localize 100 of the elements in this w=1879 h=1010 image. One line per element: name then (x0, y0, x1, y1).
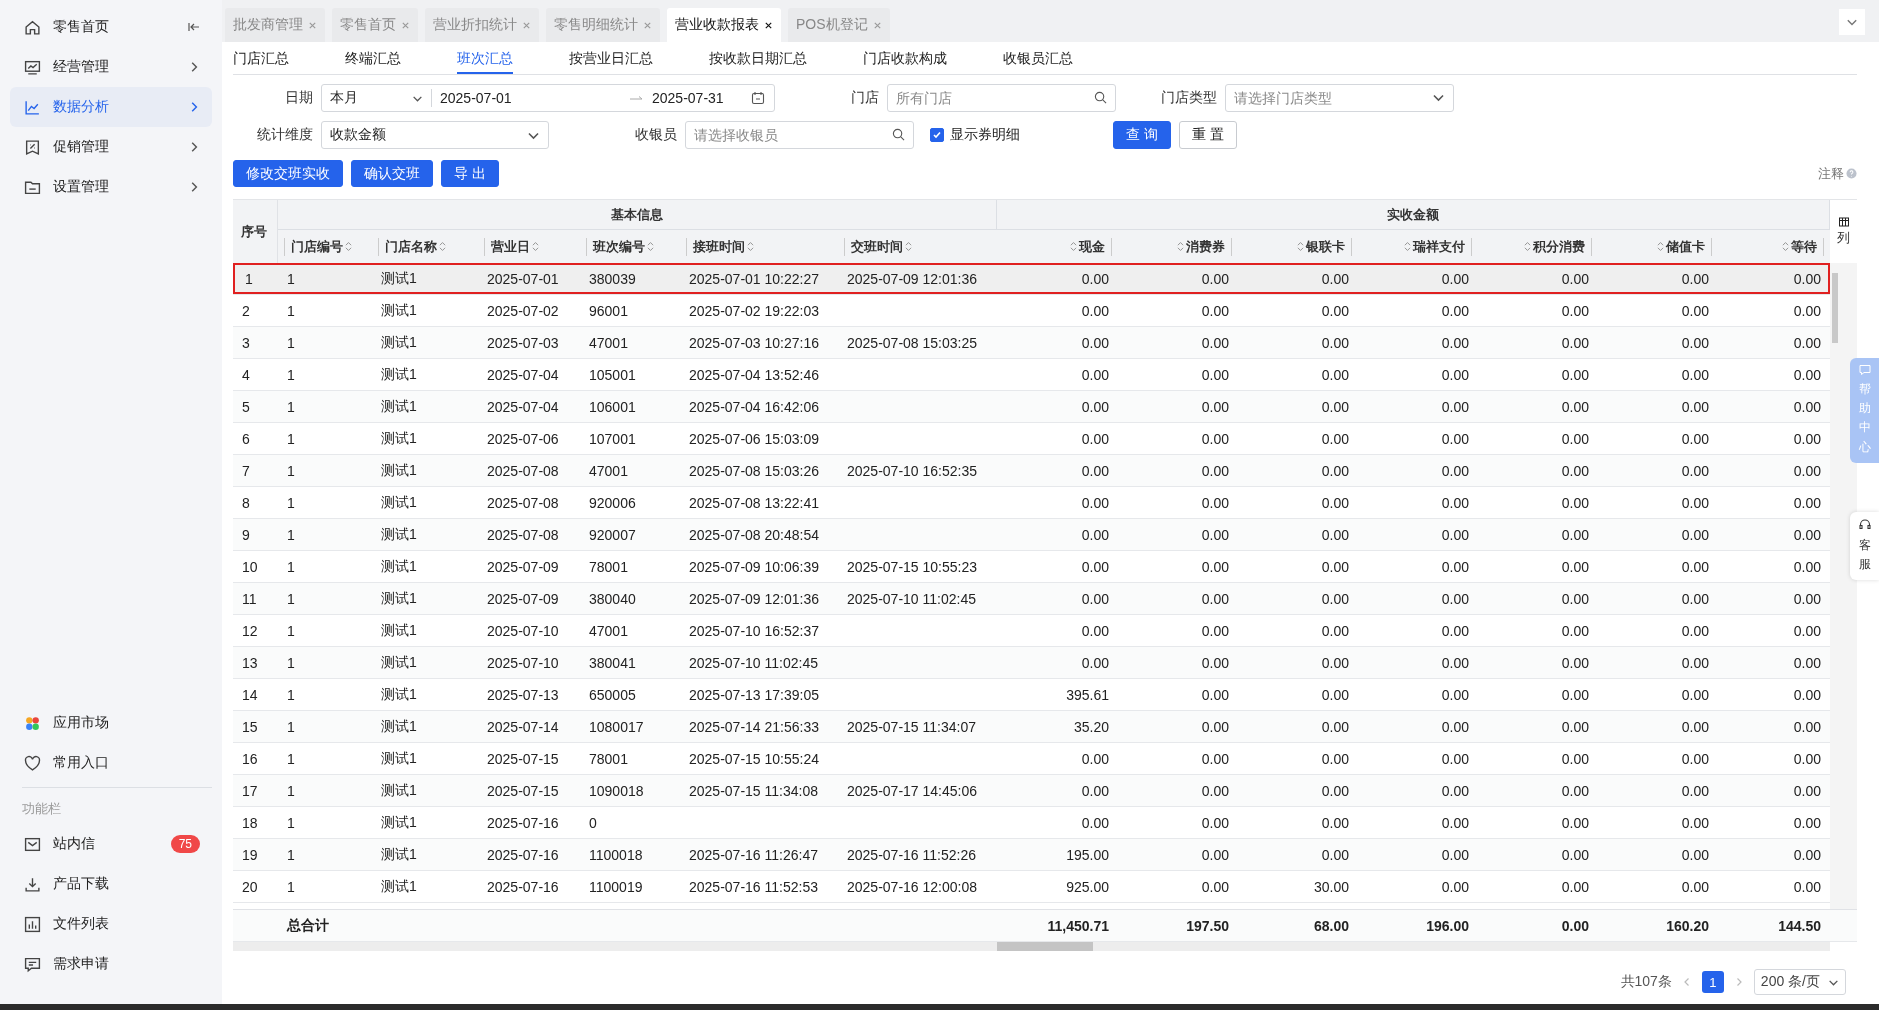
table-cell: 395.61 (1066, 686, 1109, 703)
column-header[interactable]: 等待 (1782, 237, 1824, 256)
collapse-icon[interactable] (188, 21, 200, 33)
table-cell: 13 (242, 654, 258, 671)
table-cell: 测试1 (381, 845, 417, 864)
table-cell: 0.00 (1561, 526, 1589, 543)
table-cell: 1 (287, 814, 295, 831)
table-cell: 2025-07-08 15:03:26 (689, 462, 819, 479)
sidebar-item[interactable]: 产品下载 (10, 864, 212, 904)
table-cell: 1 (287, 686, 295, 703)
report-tab[interactable]: 终端汇总 (345, 42, 401, 74)
report-tab[interactable]: 门店汇总 (233, 42, 289, 74)
report-tab[interactable]: 按营业日汇总 (569, 42, 653, 74)
menu-item-icon (24, 18, 41, 36)
table-cell: 1 (287, 782, 295, 799)
menu-item-icon (24, 138, 41, 156)
table-cell: 0.00 (1793, 302, 1821, 319)
table-cell: 2025-07-08 (487, 462, 559, 479)
table-row[interactable]: 5 1 测试1 2025-07-04 106001 2025-07-04 16:42:06 0.00 0.00 0.00 0.00 0.00 0.00 0.00 (233, 391, 1830, 423)
total-cell: 160.20 (1666, 917, 1709, 934)
page-button[interactable]: 1 (1701, 971, 1724, 993)
table-cell: 测试1 (381, 781, 417, 800)
table-cell: 0.00 (1561, 782, 1589, 799)
table-cell: 1 (287, 558, 295, 575)
table-cell: 2025-07-02 (487, 302, 559, 319)
sort-icon (905, 241, 912, 252)
sidebar-item[interactable]: 需求申请 (10, 944, 212, 984)
column-header[interactable]: 瑞祥支付 (1404, 237, 1472, 256)
table-cell: 107001 (589, 430, 636, 447)
table-cell: 0.00 (1441, 494, 1469, 511)
column-group-header: 基本信息 (278, 200, 997, 230)
sidebar-item[interactable]: 设置管理 (10, 167, 212, 207)
table-cell: 0.00 (1681, 846, 1709, 863)
column-header[interactable]: 银联卡 (1297, 237, 1352, 256)
table-row[interactable]: 20 1 测试1 2025-07-16 1100019 2025-07-16 11:52:53 2025-07-16 12:00:08 925.00 0.00 30.00 0.00 0.00 0.00 0.00 (233, 871, 1830, 903)
column-header[interactable]: 班次编号 (586, 237, 654, 256)
sidebar-item[interactable]: 促销管理 (10, 127, 212, 167)
action-button[interactable]: 确认交班 (351, 160, 433, 187)
column-header[interactable]: 现金 (1070, 237, 1112, 256)
reset-button[interactable]: 重 置 (1178, 121, 1237, 149)
sidebar-item[interactable]: 文件列表 (10, 904, 212, 944)
sidebar-item[interactable]: 应用市场 (10, 703, 212, 743)
table-cell: 0.00 (1081, 398, 1109, 415)
sidebar-item[interactable]: 站内信 75 (10, 824, 212, 864)
table-cell: 0.00 (1561, 334, 1589, 351)
query-button[interactable]: 查 询 (1113, 121, 1171, 149)
column-header[interactable]: 营业日 (484, 237, 539, 256)
table-cell: 0.00 (1081, 590, 1109, 607)
tab-menu-button[interactable] (1839, 9, 1865, 35)
table-cell: 测试1 (381, 493, 417, 512)
table-cell: 920006 (589, 494, 636, 511)
column-header[interactable]: 门店编号 (284, 237, 352, 256)
report-tab[interactable]: 收银员汇总 (1003, 42, 1073, 74)
report-tab[interactable]: 按收款日期汇总 (709, 42, 807, 74)
action-button[interactable]: 修改交班实收 (233, 160, 343, 187)
store-field[interactable]: 所有门店 (887, 84, 1116, 112)
date-range-field[interactable]: 本月 2025-07-01 2025-07-31 (321, 84, 775, 112)
action-button[interactable]: 导 出 (441, 160, 499, 187)
table-row[interactable]: 19 1 测试1 2025-07-16 1100018 2025-07-16 11:26:47 2025-07-16 11:52:26 195.00 0.00 0.00 0.00 0.00 0.00 0.00 (233, 839, 1830, 871)
sidebar-item[interactable]: 零售首页 (10, 7, 212, 47)
table-row[interactable]: 11 1 测试1 2025-07-09 380040 2025-07-09 12:01:36 2025-07-10 11:02:45 0.00 0.00 0.00 0.00 0.00 0.00 0.00 (233, 583, 1830, 615)
store-type-select[interactable]: 请选择门店类型 (1225, 84, 1454, 112)
column-header[interactable]: 交班时间 (844, 237, 912, 256)
table-row[interactable]: 15 1 测试1 2025-07-14 1080017 2025-07-14 21:56:33 2025-07-15 11:34:07 35.20 0.00 0.00 0.00 0.00 0.00 0.00 (233, 711, 1830, 743)
table-cell: 0.00 (1793, 654, 1821, 671)
column-header[interactable]: 储值卡 (1657, 237, 1712, 256)
customer-service-button[interactable]: 客服 (1850, 512, 1879, 581)
note-link[interactable]: 注释 (1818, 164, 1844, 183)
table-row[interactable]: 1 1 测试1 2025-07-01 380039 2025-07-01 10:22:27 2025-07-09 12:01:36 0.00 0.00 0.00 0.00 0.00 0.00 0.00 (233, 263, 1830, 295)
coupon-detail-checkbox[interactable]: 显示券明细 (930, 126, 1113, 144)
table-row[interactable]: 13 1 测试1 2025-07-10 380041 2025-07-10 11:02:45 0.00 0.00 0.00 0.00 0.00 0.00 0.00 (233, 647, 1830, 679)
table-cell: 0.00 (1441, 302, 1469, 319)
table-cell: 0.00 (1561, 750, 1589, 767)
sidebar-item[interactable]: 数据分析 (10, 87, 212, 127)
cashier-field[interactable]: 请选择收银员 (685, 121, 914, 149)
table-row[interactable]: 7 1 测试1 2025-07-08 47001 2025-07-08 15:03:26 2025-07-10 16:52:35 0.00 0.00 0.00 0.00 0.00 0.00 0.00 (233, 455, 1830, 487)
table-cell: 2025-07-15 10:55:24 (689, 750, 819, 767)
sidebar-item[interactable]: 常用入口 (10, 743, 212, 783)
table-cell: 0.00 (1201, 462, 1229, 479)
report-tab[interactable]: 门店收款构成 (863, 42, 947, 74)
column-header[interactable]: 接班时间 (686, 237, 754, 256)
sidebar-item[interactable]: 经营管理 (10, 47, 212, 87)
page-size-select[interactable]: 200 条/页 (1753, 969, 1846, 995)
table-cell: 0.00 (1321, 366, 1349, 383)
column-header[interactable]: 门店名称 (378, 237, 446, 256)
vertical-scrollbar[interactable] (1830, 263, 1857, 909)
close-icon[interactable] (764, 20, 773, 30)
column-header[interactable]: 积分消费 (1524, 237, 1592, 256)
dimension-select[interactable]: 收款金额 (321, 121, 549, 149)
report-tab[interactable]: 班次汇总 (457, 42, 513, 74)
table-cell: 0.00 (1081, 366, 1109, 383)
table-row[interactable]: 17 1 测试1 2025-07-15 1090018 2025-07-15 11:34:08 2025-07-17 14:45:06 0.00 0.00 0.00 0.00 0.00 0.00 0.00 (233, 775, 1830, 807)
horizontal-scrollbar[interactable] (233, 942, 1830, 951)
table-cell: 4 (242, 366, 250, 383)
table-row[interactable]: 3 1 测试1 2025-07-03 47001 2025-07-03 10:27:16 2025-07-08 15:03:25 0.00 0.00 0.00 0.00 0.00 0.00 0.00 (233, 327, 1830, 359)
column-header[interactable]: 消费券 (1177, 237, 1232, 256)
page-tab[interactable]: 营业收款报表 (667, 8, 781, 42)
checkbox[interactable] (930, 128, 944, 142)
table-row[interactable]: 9 1 测试1 2025-07-08 920007 2025-07-08 20:48:54 0.00 0.00 0.00 0.00 0.00 0.00 0.00 (233, 519, 1830, 551)
column-settings-button[interactable]: 列 (1830, 200, 1857, 263)
